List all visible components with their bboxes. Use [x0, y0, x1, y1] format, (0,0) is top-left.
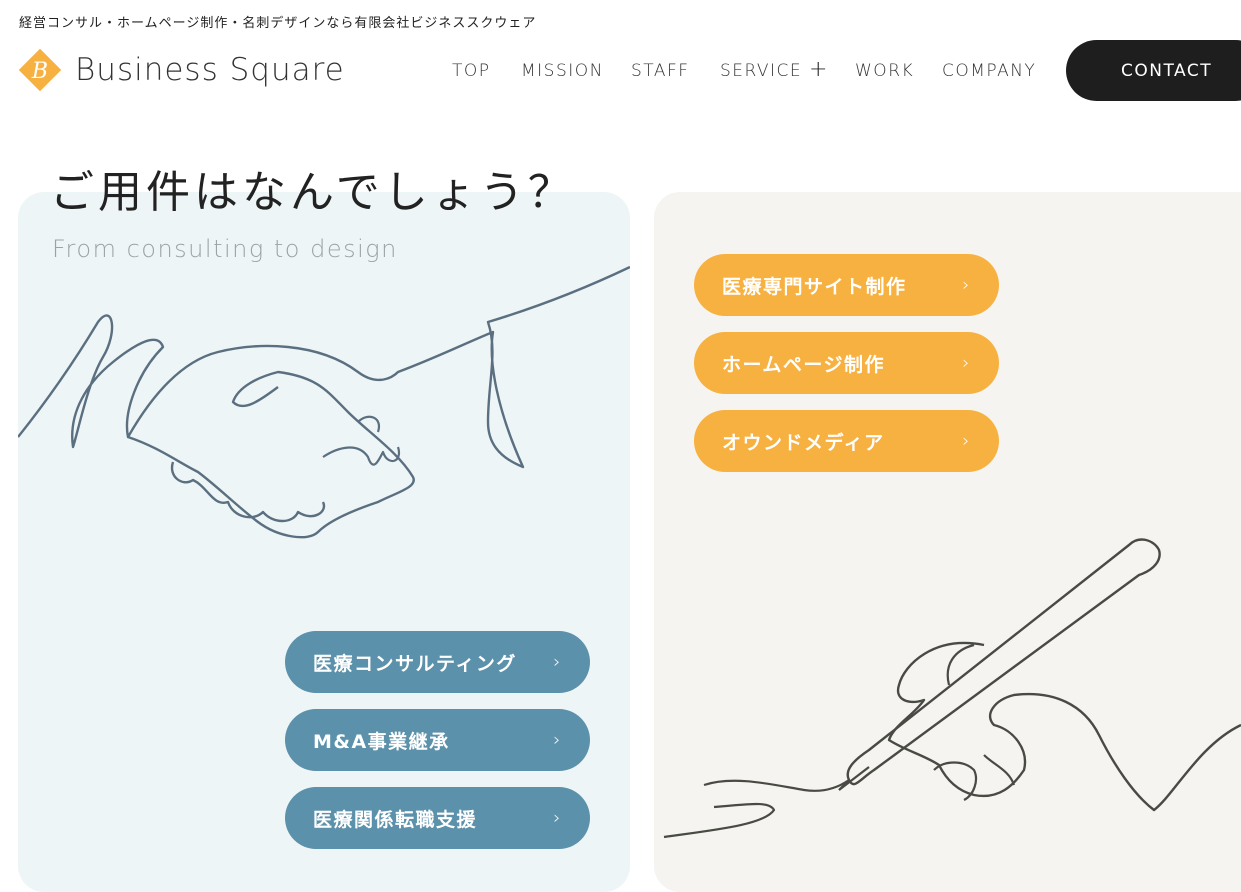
- button-label: 医療専門サイト制作: [722, 275, 907, 298]
- button-label: ホームページ制作: [722, 353, 886, 376]
- chevron-right-icon: ›: [962, 430, 971, 452]
- nav-work[interactable]: WORK: [855, 61, 914, 81]
- chevron-right-icon: ›: [553, 651, 562, 673]
- contact-button[interactable]: CONTACT: [1066, 40, 1241, 101]
- nav-mission[interactable]: MISSION: [521, 61, 604, 81]
- button-ma-succession[interactable]: M&A事業継承 ›: [285, 709, 590, 771]
- nav-company[interactable]: COMPANY: [942, 61, 1036, 81]
- button-label: 医療関係転職支援: [313, 808, 478, 831]
- logo[interactable]: B Business Square: [17, 47, 345, 93]
- nav-top[interactable]: TOP: [452, 61, 491, 81]
- logo-diamond-icon: B: [17, 47, 63, 93]
- site-tagline: 経営コンサル・ホームページ制作・名刺デザインなら有限会社ビジネススクウェア: [19, 16, 537, 31]
- button-medical-career[interactable]: 医療関係転職支援 ›: [285, 787, 590, 849]
- button-medical-site[interactable]: 医療専門サイト制作 ›: [694, 254, 999, 316]
- chevron-right-icon: ›: [553, 729, 562, 751]
- plus-icon[interactable]: +: [809, 57, 827, 82]
- page-subheading: From consulting to design: [52, 235, 398, 263]
- button-label: オウンドメディア: [722, 431, 885, 454]
- chevron-right-icon: ›: [962, 352, 971, 374]
- logo-text: Business Square: [75, 52, 345, 88]
- button-owned-media[interactable]: オウンドメディア ›: [694, 410, 999, 472]
- nav-staff[interactable]: STAFF: [631, 61, 690, 81]
- button-label: 医療コンサルティング: [313, 652, 517, 675]
- page-heading: ご用件はなんでしょう？: [50, 167, 576, 218]
- button-medical-consulting[interactable]: 医療コンサルティング ›: [285, 631, 590, 693]
- nav-service[interactable]: SERVICE: [720, 61, 802, 81]
- button-homepage[interactable]: ホームページ制作 ›: [694, 332, 999, 394]
- chevron-right-icon: ›: [962, 274, 971, 296]
- button-label: M&A事業継承: [313, 730, 450, 753]
- logo-letter: B: [31, 59, 48, 84]
- chevron-right-icon: ›: [553, 807, 562, 829]
